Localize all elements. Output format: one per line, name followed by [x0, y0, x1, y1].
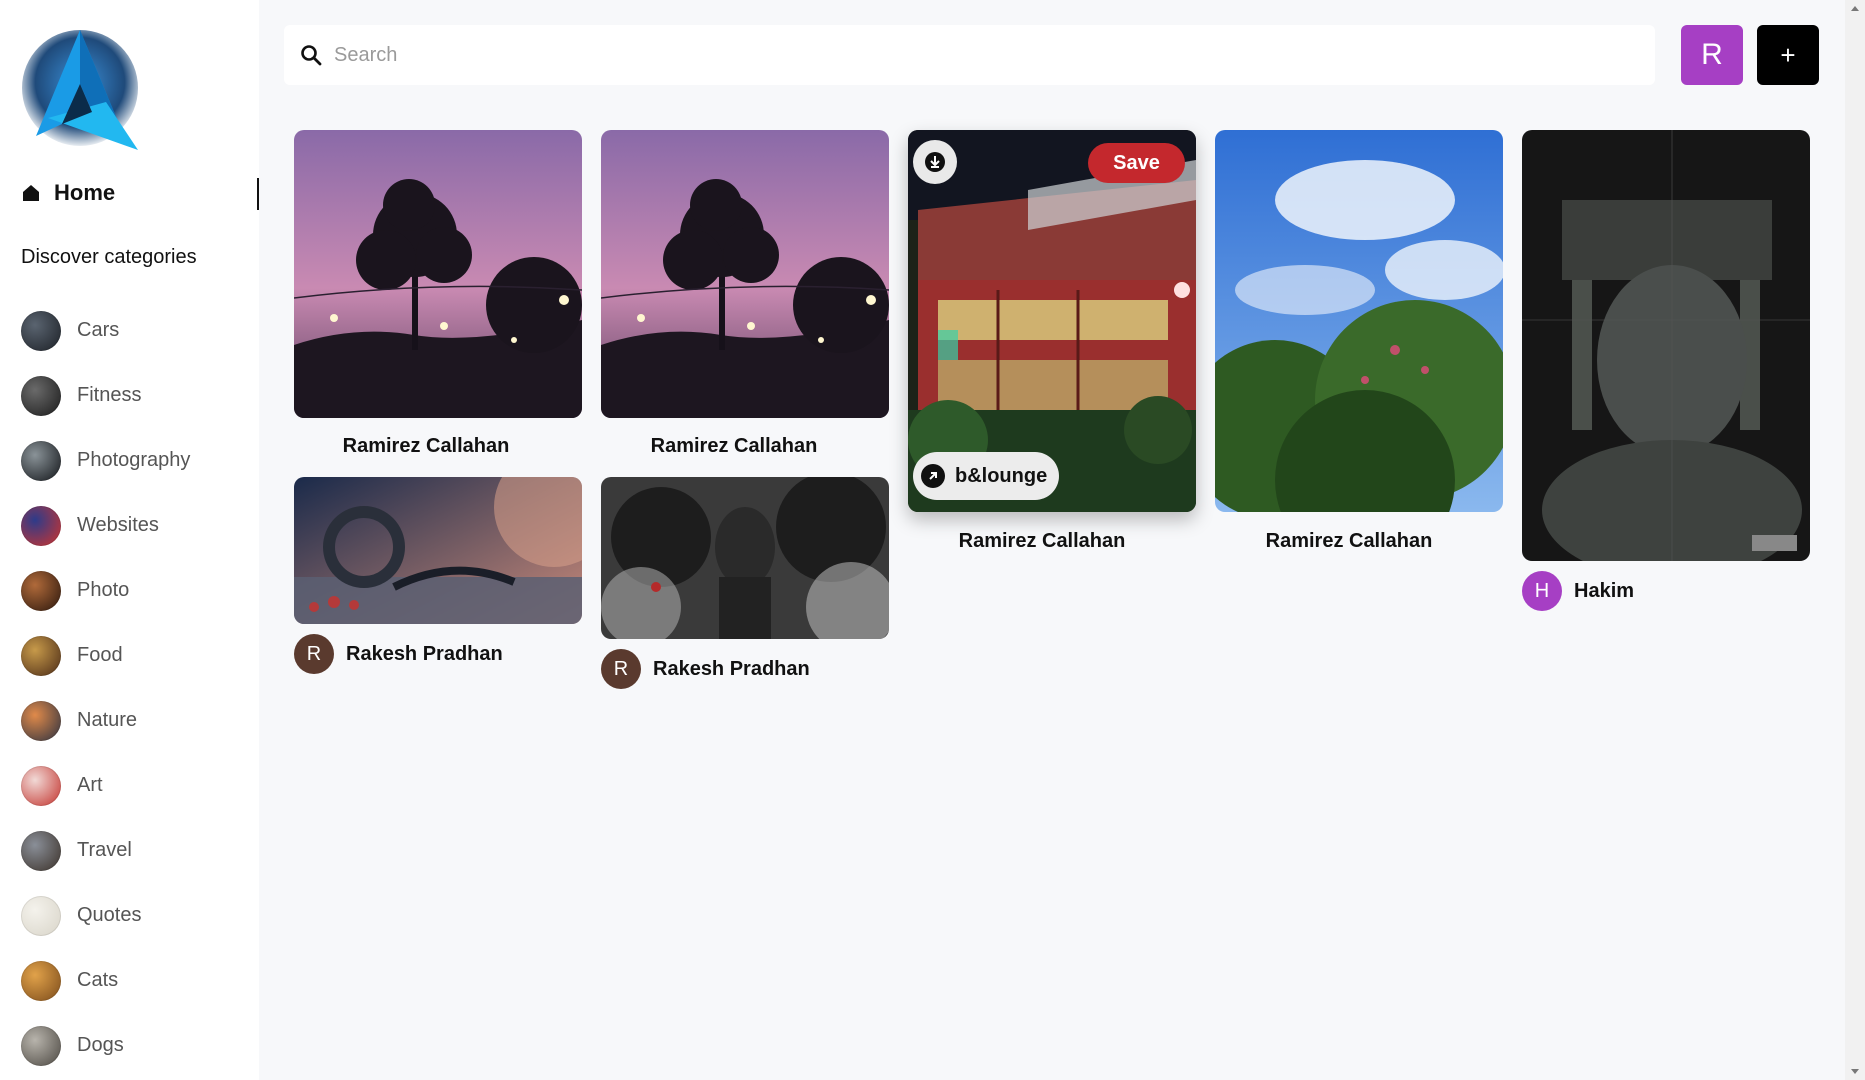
pin-card[interactable]: Save b&lounge Ramirez Callahan	[908, 130, 1196, 560]
source-link[interactable]: b&lounge	[913, 452, 1060, 500]
pin-title: Ramirez Callahan	[342, 435, 510, 457]
category-label: Food	[77, 644, 123, 666]
pin-title: Ramirez Callahan	[650, 435, 818, 457]
category-item-quotes[interactable]: Quotes	[21, 883, 190, 948]
pin-author[interactable]: R Rakesh Pradhan	[601, 649, 810, 689]
quotes-thumbnail	[21, 895, 61, 936]
author-avatar: R	[294, 634, 334, 674]
pin-title: Ramirez Callahan	[958, 530, 1126, 552]
author-name: Rakesh Pradhan	[346, 642, 503, 665]
pin-image[interactable]: Save b&lounge	[908, 130, 1196, 512]
arrow-up-right-icon	[921, 464, 945, 488]
cats-thumbnail	[21, 960, 61, 1001]
travel-thumbnail	[21, 830, 61, 871]
dogs-thumbnail	[21, 1025, 61, 1066]
category-label: Travel	[77, 839, 132, 861]
category-label: Dogs	[77, 1034, 124, 1056]
photo-thumbnail	[21, 570, 61, 611]
search-icon	[301, 45, 322, 66]
scroll-up-arrow-icon[interactable]	[1851, 6, 1859, 11]
discover-heading: Discover categories	[21, 246, 197, 268]
category-label: Photo	[77, 579, 130, 601]
category-item-cars[interactable]: Cars	[21, 298, 190, 363]
app-logo[interactable]	[18, 26, 150, 154]
scrollbar[interactable]	[1845, 0, 1865, 1080]
category-item-dogs[interactable]: Dogs	[21, 1013, 190, 1078]
scroll-down-arrow-icon[interactable]	[1851, 1069, 1859, 1074]
active-indicator	[257, 178, 259, 210]
pin-image[interactable]	[294, 130, 582, 418]
category-item-art[interactable]: Art	[21, 753, 190, 818]
pin-author[interactable]: H Hakim	[1522, 571, 1634, 611]
pin-image[interactable]	[1215, 130, 1503, 512]
category-item-fitness[interactable]: Fitness	[21, 363, 190, 428]
pin-image[interactable]	[601, 477, 889, 639]
fitness-thumbnail	[21, 375, 61, 416]
nature-thumbnail	[21, 700, 61, 741]
category-label: Cats	[77, 969, 119, 991]
category-label: Nature	[77, 709, 138, 731]
pin-card[interactable]: Ramirez Callahan	[601, 130, 889, 470]
save-button[interactable]: Save	[1088, 143, 1185, 183]
sidebar: Home Discover categories Cars Fitness Phot…	[0, 0, 259, 1080]
category-label: Photography	[77, 449, 191, 471]
nav-home-label: Home	[54, 180, 116, 205]
category-item-travel[interactable]: Travel	[21, 818, 190, 883]
user-avatar-button[interactable]: R	[1681, 25, 1743, 85]
pin-card[interactable]: Ramirez Callahan	[1215, 130, 1503, 560]
cars-thumbnail	[21, 310, 61, 351]
category-item-photo[interactable]: Photo	[21, 558, 190, 623]
photography-thumbnail	[21, 440, 61, 481]
pin-image[interactable]	[601, 130, 889, 418]
pin-card[interactable]: H Hakim	[1522, 130, 1810, 611]
author-avatar: R	[601, 649, 641, 689]
category-label: Cars	[77, 319, 120, 341]
download-icon	[925, 152, 945, 172]
home-icon	[23, 185, 39, 201]
category-item-nature[interactable]: Nature	[21, 688, 190, 753]
category-label: Fitness	[77, 384, 142, 406]
author-name: Rakesh Pradhan	[653, 657, 810, 680]
pin-image[interactable]	[1522, 130, 1810, 561]
category-item-websites[interactable]: Websites	[21, 493, 190, 558]
source-link-label: b&lounge	[955, 464, 1048, 487]
category-list: Cars Fitness Photography Websites Photo Food N…	[21, 298, 190, 1078]
create-pin-button[interactable]: +	[1757, 25, 1819, 85]
pin-card[interactable]: R Rakesh Pradhan	[294, 477, 582, 677]
category-label: Quotes	[77, 904, 142, 926]
category-item-food[interactable]: Food	[21, 623, 190, 688]
pin-title: Ramirez Callahan	[1265, 530, 1433, 552]
pin-card[interactable]: R Rakesh Pradhan	[601, 477, 889, 692]
category-label: Art	[77, 774, 103, 796]
pin-author[interactable]: R Rakesh Pradhan	[294, 634, 503, 674]
author-name: Hakim	[1574, 579, 1635, 602]
search-input[interactable]	[334, 43, 1634, 67]
download-button[interactable]	[913, 140, 957, 184]
category-item-cats[interactable]: Cats	[21, 948, 190, 1013]
pin-image[interactable]	[294, 477, 582, 624]
category-label: Websites	[77, 514, 159, 536]
author-avatar: H	[1522, 571, 1562, 611]
food-thumbnail	[21, 635, 61, 676]
search-bar[interactable]	[284, 25, 1655, 85]
category-item-photography[interactable]: Photography	[21, 428, 190, 493]
nav-home[interactable]: Home	[22, 180, 115, 206]
websites-thumbnail	[21, 505, 61, 546]
pin-card[interactable]: Ramirez Callahan	[294, 130, 582, 470]
art-thumbnail	[21, 765, 61, 806]
